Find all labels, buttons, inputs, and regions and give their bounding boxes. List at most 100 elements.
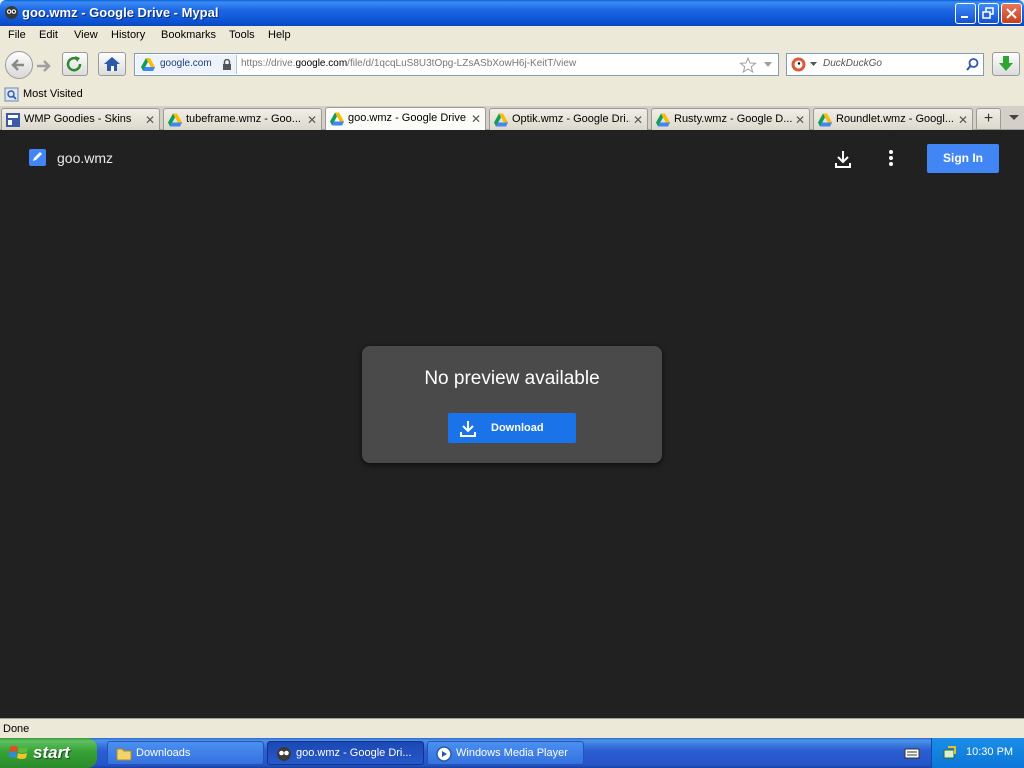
menu-help[interactable]: Help (268, 29, 291, 41)
menu-view[interactable]: View (74, 29, 98, 41)
back-button[interactable] (5, 51, 33, 79)
file-type-icon (29, 149, 46, 166)
forward-button[interactable] (33, 56, 55, 76)
mypal-icon (277, 747, 291, 761)
wmp-goodies-icon (6, 113, 20, 127)
tab-optik[interactable]: Optik.wmz - Google Dri... ✕ (489, 108, 648, 130)
network-icon[interactable] (942, 745, 958, 761)
menu-file[interactable]: File (8, 29, 26, 41)
start-button[interactable]: start (0, 738, 97, 768)
google-drive-icon (494, 113, 508, 127)
tab-label: goo.wmz - Google Drive (348, 112, 466, 124)
url-dropdown-icon[interactable] (763, 61, 773, 69)
tab-label: Roundlet.wmz - Googl... (836, 113, 954, 125)
mypal-icon (4, 5, 19, 20)
back-arrow-icon (11, 59, 24, 71)
windows-media-player-icon (436, 746, 452, 762)
most-visited-link[interactable]: Most Visited (23, 88, 83, 100)
taskbar-item-label: Downloads (136, 747, 191, 759)
bookmark-star-icon[interactable] (739, 57, 757, 73)
windows-logo-icon (9, 746, 28, 759)
bookmarks-toolbar: Most Visited (0, 84, 1024, 106)
tab-close-icon[interactable]: ✕ (633, 113, 643, 127)
folder-icon (116, 748, 132, 761)
drive-viewer: goo.wmz Sign In No preview available Dow… (0, 130, 1024, 718)
new-tab-button[interactable]: + (976, 108, 1001, 130)
status-text: Done (3, 723, 30, 735)
download-button[interactable]: Download (448, 413, 576, 443)
reload-icon (66, 56, 82, 72)
tab-label: Rusty.wmz - Google D... (674, 113, 792, 125)
no-preview-message: No preview available (424, 368, 600, 389)
taskbar-item-label: goo.wmz - Google Dri... (296, 747, 412, 759)
restore-button[interactable] (978, 3, 999, 24)
download-arrow-icon (999, 56, 1013, 71)
google-drive-icon (168, 113, 182, 127)
clock[interactable]: 10:30 PM (966, 746, 1013, 758)
tab-label: WMP Goodies - Skins (24, 113, 132, 125)
close-icon (1006, 8, 1017, 19)
window-titlebar: goo.wmz - Google Drive - Mypal (0, 0, 1024, 26)
google-drive-icon (656, 113, 670, 127)
window-title: goo.wmz - Google Drive - Mypal (22, 5, 219, 20)
plus-icon: + (983, 110, 994, 127)
system-tray: 10:30 PM (931, 738, 1024, 768)
keyboard-icon[interactable] (904, 746, 920, 760)
search-icon[interactable] (965, 57, 980, 72)
tab-close-icon[interactable]: ✕ (307, 113, 317, 127)
tab-roundlet[interactable]: Roundlet.wmz - Googl... ✕ (813, 108, 973, 130)
search-engine-dropdown-icon[interactable] (810, 62, 817, 67)
no-preview-card: No preview available Download (362, 346, 662, 463)
taskbar-item-label: Windows Media Player (456, 747, 568, 759)
search-placeholder: DuckDuckGo (823, 58, 882, 69)
tab-close-icon[interactable]: ✕ (471, 112, 481, 126)
file-name: goo.wmz (57, 150, 114, 166)
tab-wmp-goodies[interactable]: WMP Goodies - Skins ✕ (1, 108, 160, 130)
url-bar[interactable]: google.com https://drive.google.com/file… (134, 53, 779, 76)
site-identity-label: google.com (160, 58, 212, 69)
menu-history[interactable]: History (111, 29, 145, 41)
download-icon (460, 421, 476, 437)
minimize-icon (961, 16, 968, 18)
google-drive-icon (141, 58, 155, 71)
status-bar: Done (0, 718, 1024, 738)
sign-in-button[interactable]: Sign In (927, 144, 999, 173)
tab-label: Optik.wmz - Google Dri... (512, 113, 630, 125)
reload-button[interactable] (62, 52, 88, 76)
menu-bookmarks[interactable]: Bookmarks (161, 29, 216, 41)
taskbar-item-wmp[interactable]: Windows Media Player (427, 741, 584, 765)
tab-close-icon[interactable]: ✕ (145, 113, 155, 127)
url-text: https://drive.google.com/file/d/1qcqLuS8… (241, 58, 577, 69)
edit-pencil-icon (33, 152, 42, 161)
menu-edit[interactable]: Edit (39, 29, 58, 41)
download-button-label: Download (491, 422, 544, 434)
downloads-button[interactable] (992, 52, 1020, 76)
minimize-button[interactable] (955, 3, 976, 24)
tab-label: tubeframe.wmz - Goo... (186, 113, 301, 125)
taskbar-item-mypal[interactable]: goo.wmz - Google Dri... (267, 741, 424, 765)
download-icon[interactable] (832, 148, 854, 170)
more-options-icon[interactable] (886, 148, 896, 170)
tab-goo-wmz[interactable]: goo.wmz - Google Drive ✕ (325, 107, 486, 130)
most-visited-icon (4, 87, 19, 102)
tab-list-icon[interactable] (1008, 114, 1020, 122)
close-button[interactable] (1001, 3, 1022, 24)
menu-bar: File Edit View History Bookmarks Tools H… (0, 26, 1024, 46)
google-drive-icon (818, 113, 832, 127)
start-label: start (33, 743, 70, 762)
home-icon (104, 57, 120, 71)
tab-close-icon[interactable]: ✕ (795, 113, 805, 127)
search-box[interactable]: DuckDuckGo (786, 53, 984, 76)
taskbar: start Downloads goo.wmz - Google Dri... … (0, 738, 1024, 768)
home-button[interactable] (98, 52, 126, 76)
menu-tools[interactable]: Tools (229, 29, 255, 41)
tab-close-icon[interactable]: ✕ (958, 113, 968, 127)
site-identity-button[interactable]: google.com (136, 55, 237, 74)
tab-tubeframe[interactable]: tubeframe.wmz - Goo... ✕ (163, 108, 322, 130)
forward-arrow-icon (37, 60, 51, 72)
navigation-toolbar: google.com https://drive.google.com/file… (0, 46, 1024, 84)
taskbar-item-downloads[interactable]: Downloads (107, 741, 264, 765)
tab-rusty[interactable]: Rusty.wmz - Google D... ✕ (651, 108, 810, 130)
lock-icon (223, 59, 231, 70)
duckduckgo-icon[interactable] (791, 57, 806, 72)
